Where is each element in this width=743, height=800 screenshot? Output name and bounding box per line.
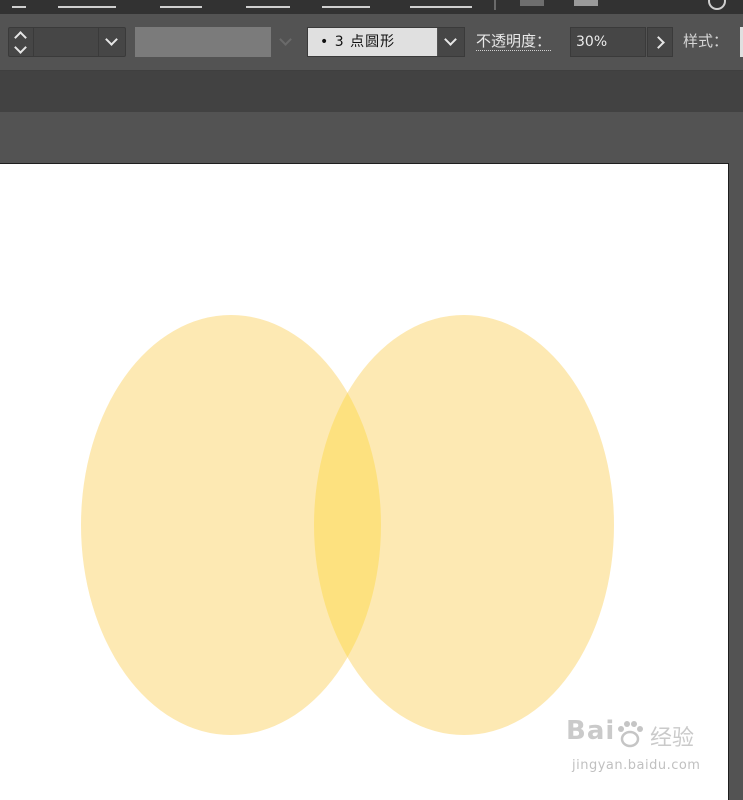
brush-definition-select[interactable]: • 3 点圆形 bbox=[307, 27, 465, 57]
canvas-area[interactable] bbox=[0, 112, 743, 800]
watermark-url: jingyan.baidu.com bbox=[572, 758, 701, 773]
watermark-cn: 经验 bbox=[650, 726, 695, 751]
stroke-weight-dropdown[interactable] bbox=[98, 28, 125, 56]
menu-fragment bbox=[246, 0, 290, 8]
tool-button[interactable] bbox=[574, 0, 598, 6]
artboard[interactable] bbox=[0, 163, 729, 800]
chevron-down-icon[interactable] bbox=[14, 41, 27, 54]
style-label: 样式： bbox=[683, 32, 729, 50]
opacity-label[interactable]: 不透明度： bbox=[476, 32, 552, 51]
artwork-svg bbox=[81, 315, 614, 735]
tool-button[interactable] bbox=[520, 0, 544, 6]
brush-dropdown[interactable] bbox=[438, 28, 464, 56]
brush-definition-value[interactable]: • 3 点圆形 bbox=[308, 28, 437, 56]
menu-fragment bbox=[58, 0, 116, 8]
stroke-profile-swatch[interactable] bbox=[135, 27, 271, 57]
profile-dropdown[interactable] bbox=[275, 27, 297, 57]
variable-width-profile[interactable] bbox=[135, 27, 299, 57]
toolbar-divider bbox=[494, 0, 496, 10]
menu-fragment bbox=[12, 0, 26, 8]
opacity-input[interactable] bbox=[570, 27, 646, 57]
chevron-down-icon bbox=[444, 33, 457, 46]
stroke-weight-stepper[interactable] bbox=[8, 27, 126, 57]
menu-bar bbox=[0, 0, 743, 14]
document-tab-bar bbox=[0, 71, 743, 112]
menu-fragment bbox=[410, 0, 472, 8]
baidu-watermark: Bai 经验 jingyan.baidu.com bbox=[566, 716, 708, 786]
opacity-popup-button[interactable] bbox=[647, 27, 673, 57]
chevron-right-icon bbox=[652, 36, 665, 49]
stepper-arrows[interactable] bbox=[9, 28, 34, 56]
chevron-down-icon bbox=[105, 33, 118, 46]
paw-icon bbox=[618, 721, 643, 748]
chevron-down-icon bbox=[279, 33, 292, 46]
sync-icon[interactable] bbox=[708, 0, 726, 10]
watermark-logo: Bai bbox=[566, 716, 616, 746]
menu-fragment bbox=[160, 0, 202, 8]
control-bar: • 3 点圆形 不透明度： 样式： bbox=[0, 14, 743, 71]
menu-fragment bbox=[322, 0, 370, 8]
